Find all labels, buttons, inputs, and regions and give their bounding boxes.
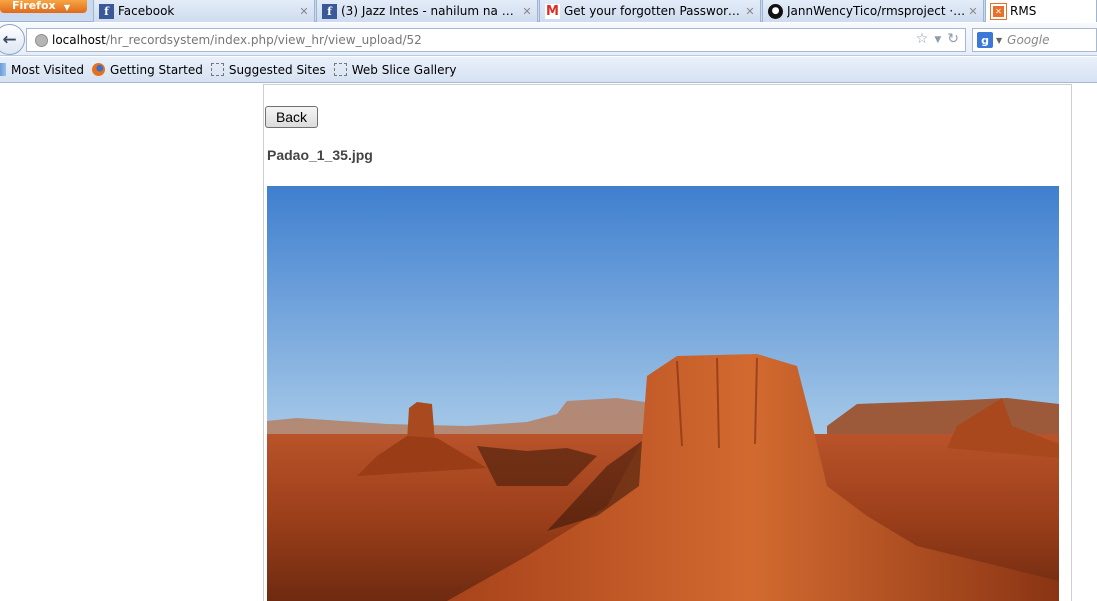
chevron-down-icon: ▼ bbox=[63, 3, 70, 12]
bookmark-most-visited[interactable]: Most Visited bbox=[0, 63, 84, 77]
tab-label: Get your forgotten Password - j... bbox=[564, 4, 743, 18]
tab-github[interactable]: ● JannWencyTico/rmsproject · Git... ✕ bbox=[762, 0, 984, 22]
bookmarks-toolbar: Most Visited Getting Started Suggested S… bbox=[0, 57, 1097, 83]
arrow-left-icon: ← bbox=[2, 29, 17, 50]
chevron-down-icon[interactable]: ▼ bbox=[996, 36, 1002, 45]
tab-gmail[interactable]: M Get your forgotten Password - j... ✕ bbox=[539, 0, 761, 22]
history-dropdown-icon[interactable]: ▼ bbox=[934, 31, 941, 49]
browser-back-button[interactable]: ← bbox=[0, 24, 25, 55]
address-bar[interactable]: localhost/hr_recordsystem/index.php/view… bbox=[26, 28, 966, 52]
back-button[interactable]: Back bbox=[265, 106, 318, 128]
bookmark-getting-started[interactable]: Getting Started bbox=[92, 63, 203, 77]
rms-icon: ✕ bbox=[990, 2, 1007, 20]
search-placeholder: Google bbox=[1007, 33, 1050, 47]
tab-label: (3) Jazz Intes - nahilum na ang ... bbox=[341, 4, 520, 18]
reload-icon[interactable]: ↻ bbox=[947, 31, 959, 49]
bookmark-label: Web Slice Gallery bbox=[351, 62, 457, 77]
facebook-icon: f bbox=[99, 3, 114, 19]
gmail-icon: M bbox=[545, 3, 560, 19]
google-icon[interactable]: g bbox=[977, 32, 993, 48]
bookmark-web-slice-gallery[interactable]: Web Slice Gallery bbox=[333, 62, 457, 77]
tab-facebook[interactable]: f Facebook ✕ bbox=[93, 0, 315, 22]
tab-label: JannWencyTico/rmsproject · Git... bbox=[787, 4, 966, 18]
close-icon[interactable]: ✕ bbox=[743, 5, 757, 18]
close-icon[interactable]: ✕ bbox=[966, 5, 980, 18]
tab-rms[interactable]: ✕ RMS bbox=[985, 0, 1097, 22]
bookmark-label: Most Visited bbox=[11, 62, 85, 77]
bookmark-star-icon[interactable]: ☆ bbox=[916, 31, 929, 49]
tab-label: Facebook bbox=[118, 4, 175, 18]
bookmark-label: Getting Started bbox=[110, 62, 203, 77]
search-bar[interactable]: g ▼ Google bbox=[972, 28, 1097, 52]
close-icon[interactable]: ✕ bbox=[297, 5, 311, 18]
web-slice-icon bbox=[333, 63, 347, 76]
firefox-menu-label: Firefox bbox=[12, 0, 56, 12]
web-slice-icon bbox=[210, 63, 224, 76]
url-host: localhost bbox=[52, 33, 106, 47]
firefox-menu-button[interactable]: Firefox ▼ bbox=[0, 0, 87, 13]
globe-icon bbox=[35, 33, 48, 47]
bookmark-suggested-sites[interactable]: Suggested Sites bbox=[210, 62, 326, 77]
firefox-icon bbox=[92, 63, 106, 76]
tab-jazz-intes[interactable]: f (3) Jazz Intes - nahilum na ang ... ✕ bbox=[316, 0, 538, 22]
tab-strip: Firefox ▼ f Facebook ✕ f (3) Jazz Intes … bbox=[0, 0, 1097, 22]
close-icon[interactable]: ✕ bbox=[520, 5, 534, 18]
file-name-heading: Padao_1_35.jpg bbox=[267, 147, 373, 163]
url-path: /hr_recordsystem/index.php/view_hr/view_… bbox=[105, 33, 422, 47]
bookmark-label: Suggested Sites bbox=[228, 62, 326, 77]
uploaded-image bbox=[267, 186, 1059, 601]
most-visited-icon bbox=[0, 63, 6, 76]
github-icon: ● bbox=[768, 3, 783, 19]
tab-label: RMS bbox=[1010, 4, 1037, 18]
navigation-toolbar: ← localhost/hr_recordsystem/index.php/vi… bbox=[0, 23, 1097, 56]
facebook-icon: f bbox=[322, 3, 337, 19]
